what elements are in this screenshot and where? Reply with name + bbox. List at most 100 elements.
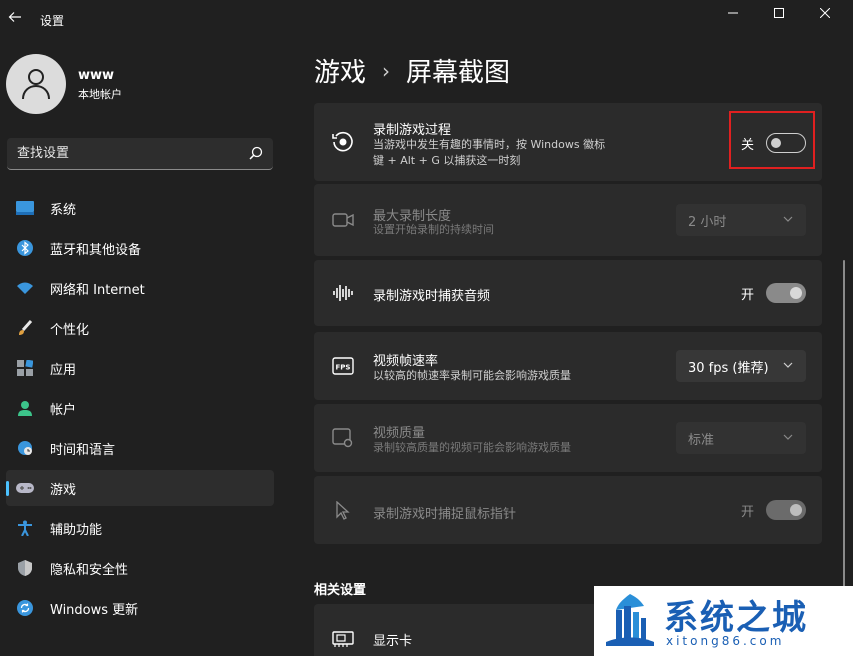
sidebar-item-gaming[interactable]: 游戏	[6, 470, 274, 506]
watermark: 系统之城 xitong86.com	[594, 586, 853, 656]
user-name: www	[78, 68, 115, 83]
video-camera-icon	[332, 209, 354, 231]
setting-description: 设置开始录制的持续时间	[373, 223, 494, 236]
sidebar-item-personalization[interactable]: 个性化	[6, 310, 274, 346]
setting-title: 显示卡	[373, 634, 413, 649]
bluetooth-icon	[16, 239, 34, 257]
back-button[interactable]	[6, 10, 24, 28]
setting-capture-mouse-cursor: 录制游戏时捕捉鼠标指针 开	[314, 476, 822, 544]
sidebar-item-label: 辅助功能	[50, 522, 103, 538]
globe-clock-icon	[16, 439, 34, 457]
sidebar-item-label: 应用	[50, 362, 77, 378]
max-recording-length-dropdown[interactable]: 2 小时	[676, 204, 806, 236]
capture-mouse-toggle[interactable]	[766, 500, 806, 520]
sidebar-item-label: 网络和 Internet	[50, 282, 145, 298]
capture-audio-toggle-group: 开	[741, 283, 806, 303]
search-box[interactable]	[7, 138, 273, 170]
apps-icon	[16, 359, 34, 377]
video-settings-icon	[332, 427, 354, 449]
video-quality-dropdown[interactable]: 标准	[676, 422, 806, 454]
monitor-icon	[16, 199, 34, 217]
sidebar-item-label: 帐户	[50, 402, 77, 418]
sidebar-item-label: 时间和语言	[50, 442, 116, 458]
dropdown-value: 2 小时	[688, 214, 727, 230]
search-icon[interactable]	[249, 146, 263, 160]
setting-title: 录制游戏时捕捉鼠标指针	[373, 507, 517, 522]
minimize-icon	[728, 12, 738, 14]
highlight-annotation	[729, 111, 815, 169]
sidebar-item-label: 游戏	[50, 482, 77, 498]
sidebar-item-windows-update[interactable]: Windows 更新	[6, 590, 274, 626]
sidebar-item-label: 个性化	[50, 322, 90, 338]
sidebar-item-label: 隐私和安全性	[50, 562, 129, 578]
sync-icon	[16, 599, 34, 617]
sidebar-item-system[interactable]: 系统	[6, 190, 274, 226]
sidebar-item-time-language[interactable]: 时间和语言	[6, 430, 274, 466]
setting-description: 以较高的帧速率录制可能会影响游戏质量	[373, 369, 571, 382]
shield-icon	[16, 559, 34, 577]
sidebar-item-label: Windows 更新	[50, 602, 139, 618]
sidebar-item-apps[interactable]: 应用	[6, 350, 274, 386]
sidebar-item-label: 系统	[50, 202, 77, 218]
minimize-button[interactable]	[710, 2, 756, 24]
sidebar-nav: 系统 蓝牙和其他设备 网络和 Internet 个性化 应用 帐户 时间和语言 …	[6, 190, 274, 630]
sidebar-item-label: 蓝牙和其他设备	[50, 242, 142, 258]
maximize-button[interactable]	[756, 2, 802, 24]
frame-rate-dropdown[interactable]: 30 fps (推荐)	[676, 350, 806, 382]
toggle-state-label: 开	[740, 504, 754, 520]
dropdown-value: 标准	[688, 432, 715, 448]
setting-capture-audio: 录制游戏时捕获音频 开	[314, 260, 822, 326]
chevron-down-icon	[783, 434, 793, 440]
setting-video-quality: 视频质量 录制较高质量的视频可能会影响游戏质量 标准	[314, 404, 822, 472]
related-settings-heading: 相关设置	[314, 583, 367, 598]
toggle-state-label: 开	[740, 287, 754, 303]
scrollbar[interactable]	[843, 260, 845, 590]
watermark-title: 系统之城	[664, 598, 808, 638]
watermark-url: xitong86.com	[666, 634, 785, 648]
arrow-left-icon	[8, 12, 21, 22]
audio-waveform-icon	[332, 282, 354, 304]
sidebar-item-bluetooth[interactable]: 蓝牙和其他设备	[6, 230, 274, 266]
setting-max-recording-length: 最大录制长度 设置开始录制的持续时间 2 小时	[314, 184, 822, 256]
close-icon	[820, 8, 830, 18]
chevron-down-icon	[783, 216, 793, 222]
search-input[interactable]	[7, 138, 237, 169]
brush-icon	[16, 319, 34, 337]
title-bar: 设置	[0, 0, 853, 40]
maximize-icon	[774, 8, 784, 18]
breadcrumb: 游戏 › 屏幕截图	[314, 52, 510, 89]
setting-title: 录制游戏时捕获音频	[373, 289, 491, 304]
dropdown-value: 30 fps (推荐)	[688, 360, 769, 376]
setting-title: 视频帧速率	[373, 354, 439, 369]
chevron-down-icon	[783, 362, 793, 368]
capture-mouse-toggle-group: 开	[741, 500, 806, 520]
setting-video-frame-rate: FPS 视频帧速率 以较高的帧速率录制可能会影响游戏质量 30 fps (推荐)	[314, 332, 822, 400]
sidebar-item-accessibility[interactable]: 辅助功能	[6, 510, 274, 546]
sidebar-item-network[interactable]: 网络和 Internet	[6, 270, 274, 306]
app-title: 设置	[40, 14, 65, 28]
gamepad-icon	[16, 479, 34, 497]
capture-audio-toggle[interactable]	[766, 283, 806, 303]
wifi-icon	[16, 279, 34, 297]
breadcrumb-separator: ›	[382, 58, 391, 83]
avatar[interactable]	[6, 54, 66, 114]
breadcrumb-parent[interactable]: 游戏	[314, 52, 366, 89]
building-logo-icon	[606, 594, 654, 646]
account-type: 本地帐户	[78, 88, 122, 101]
setting-title: 录制游戏过程	[373, 123, 452, 138]
record-icon	[332, 131, 354, 153]
svg-text:FPS: FPS	[336, 364, 351, 372]
sidebar-item-accounts[interactable]: 帐户	[6, 390, 274, 426]
close-button[interactable]	[802, 2, 848, 24]
setting-description-line1: 当游戏中发生有趣的事情时，按 Windows 徽标	[373, 138, 606, 151]
setting-title: 视频质量	[373, 426, 426, 441]
mouse-pointer-icon	[332, 500, 354, 522]
sidebar-item-privacy[interactable]: 隐私和安全性	[6, 550, 274, 586]
setting-description-line2: 键 + Alt + G 以捕获这一时刻	[373, 154, 521, 167]
person-icon	[16, 399, 34, 417]
page-title: 屏幕截图	[406, 58, 511, 88]
setting-description: 录制较高质量的视频可能会影响游戏质量	[373, 441, 571, 454]
graphics-card-icon	[332, 628, 354, 650]
fps-icon: FPS	[332, 355, 354, 377]
person-avatar-icon	[22, 69, 50, 100]
